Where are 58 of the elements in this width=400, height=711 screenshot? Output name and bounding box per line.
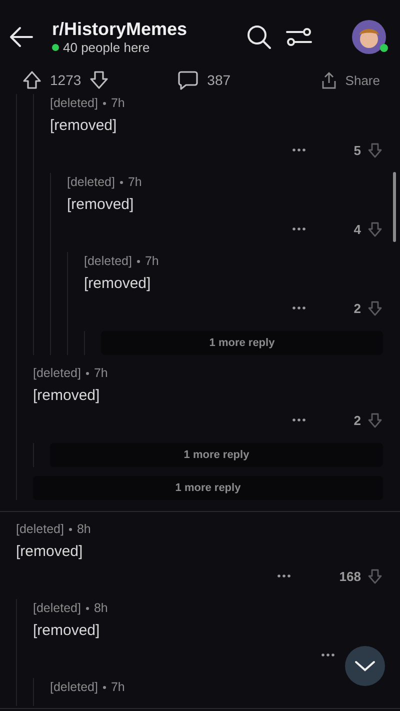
- comment-time: 7h: [128, 175, 142, 189]
- comment-time: 7h: [94, 366, 108, 380]
- comment-author[interactable]: [deleted]: [67, 175, 115, 189]
- back-arrow-icon[interactable]: [8, 26, 34, 48]
- comment-count: 387: [207, 72, 231, 88]
- more-replies-button[interactable]: 1 more reply: [50, 443, 383, 467]
- comment-body: [removed]: [67, 196, 135, 215]
- comment-body: [removed]: [33, 622, 101, 641]
- share-icon[interactable]: [321, 71, 338, 89]
- comment-time: 7h: [110, 680, 125, 694]
- share-label[interactable]: Share: [345, 72, 380, 88]
- downvote-icon[interactable]: [89, 70, 110, 90]
- scroll-down-button[interactable]: [345, 646, 385, 686]
- comment-time: 8h: [94, 601, 108, 615]
- comment-author[interactable]: [deleted]: [33, 601, 81, 615]
- more-icon[interactable]: [292, 227, 306, 231]
- subreddit-title[interactable]: r/HistoryMemes: [52, 19, 232, 40]
- comment-author[interactable]: [deleted]: [16, 522, 64, 536]
- separator-dot: [120, 180, 123, 184]
- comment-author[interactable]: [deleted]: [33, 366, 81, 380]
- comment-icon[interactable]: [177, 69, 200, 91]
- online-dot: [52, 44, 59, 51]
- avatar[interactable]: [352, 20, 386, 54]
- more-replies-button[interactable]: 1 more reply: [101, 331, 383, 355]
- vote-count: 168: [339, 568, 361, 584]
- separator-dot: [86, 372, 89, 374]
- filter-icon[interactable]: [286, 26, 312, 48]
- online-count: 40 people here: [63, 40, 150, 55]
- more-icon[interactable]: [321, 653, 335, 657]
- search-icon[interactable]: [246, 24, 272, 50]
- more-icon[interactable]: [292, 306, 306, 310]
- post-score: 1273: [50, 72, 82, 88]
- separator-dot: [68, 528, 72, 530]
- separator-dot: [102, 686, 106, 688]
- more-icon[interactable]: [292, 148, 306, 152]
- vote-count: 2: [354, 300, 361, 316]
- vote-count: 4: [354, 222, 361, 236]
- comment-body: [removed]: [50, 117, 118, 136]
- separator-dot: [136, 260, 140, 262]
- separator-dot: [86, 606, 89, 610]
- comment-author[interactable]: [deleted]: [84, 254, 132, 268]
- comment-body: [removed]: [16, 543, 84, 562]
- comment-time: 7h: [144, 254, 159, 268]
- comment-time: 7h: [110, 96, 125, 110]
- comment-author[interactable]: [deleted]: [50, 96, 98, 110]
- more-replies-button[interactable]: 1 more reply: [33, 476, 383, 500]
- comment-body: [removed]: [33, 387, 101, 406]
- vote-count: 2: [354, 412, 361, 428]
- more-icon[interactable]: [277, 574, 292, 578]
- vote-count: 5: [354, 142, 361, 158]
- chevron-down-icon: [354, 660, 376, 672]
- comment-author[interactable]: [deleted]: [50, 680, 98, 694]
- comment-body: [removed]: [84, 275, 152, 294]
- upvote-icon[interactable]: [22, 70, 42, 90]
- more-icon[interactable]: [292, 418, 306, 422]
- comment-time: 8h: [76, 522, 91, 536]
- scroll-bar: [393, 172, 396, 242]
- separator-dot: [102, 102, 106, 104]
